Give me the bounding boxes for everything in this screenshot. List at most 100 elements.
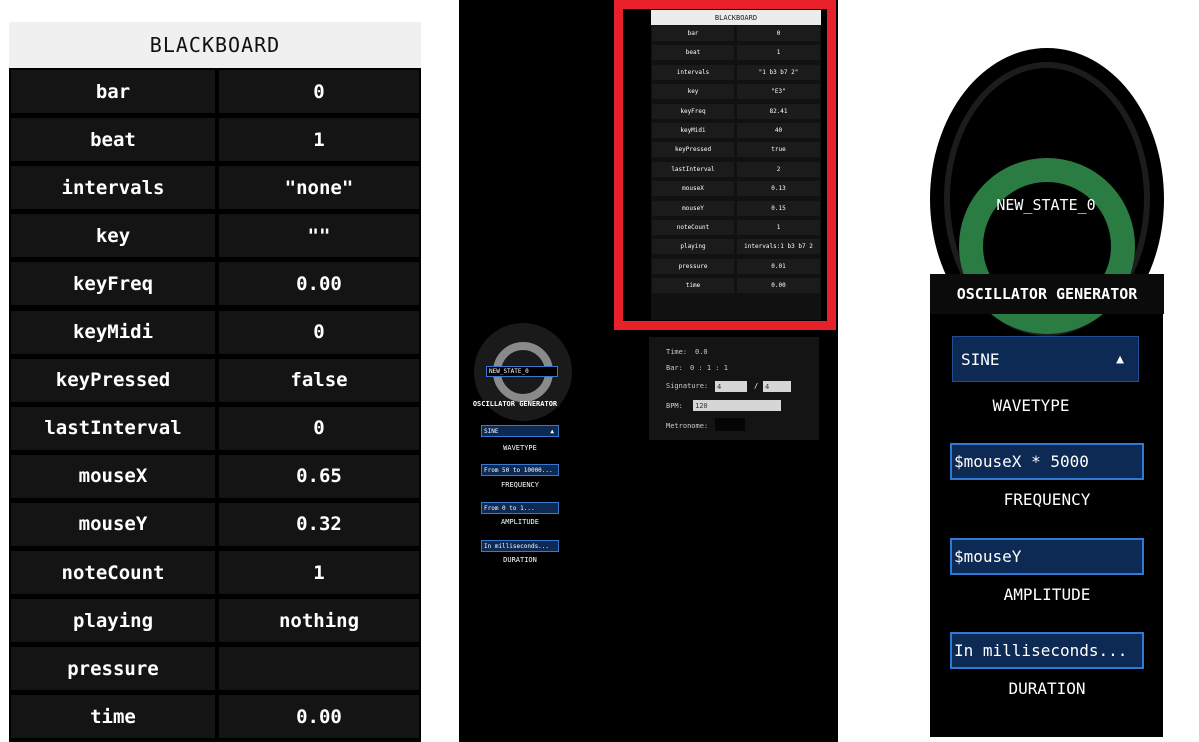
mini-frequency-input[interactable]: From 50 to 10000...	[481, 464, 559, 476]
mini-blackboard-row: keyFreq 82.41	[651, 103, 821, 120]
blackboard-key: keyPressed	[11, 358, 215, 402]
mini-amplitude-label: AMPLITUDE	[501, 518, 539, 526]
metronome-toggle[interactable]	[715, 418, 745, 431]
mini-blackboard-row: noteCount 1	[651, 219, 821, 236]
blackboard-title: BLACKBOARD	[9, 22, 421, 68]
chevron-up-icon: ▲	[550, 427, 554, 435]
signature-separator: /	[754, 382, 759, 390]
bar-value: 0 : 1 : 1	[690, 364, 728, 372]
amplitude-input[interactable]: $mouseY	[950, 538, 1144, 575]
blackboard-key: mouseX	[11, 454, 215, 498]
bpm-input[interactable]: 120	[693, 400, 781, 411]
blackboard-value: "none"	[219, 166, 419, 210]
blackboard-value: 0.65	[219, 454, 419, 498]
overview-panel: BLACKBOARD bar 0 beat 1 intervals "1 b3 b7 2"…	[459, 0, 838, 742]
blackboard-value: 0.00	[219, 262, 419, 306]
oscillator-panel: NEW_STATE_0 OSCILLATOR GENERATOR SINE ▲ …	[928, 0, 1199, 742]
mini-blackboard-value: 1	[737, 220, 820, 235]
mini-wavetype-select[interactable]: SINE ▲	[481, 425, 559, 437]
blackboard-value: 0.00	[219, 695, 419, 739]
mini-blackboard-row: keyPressed true	[651, 141, 821, 158]
mini-blackboard-value: 0.00	[737, 278, 820, 294]
mini-blackboard-value: 0	[737, 26, 820, 41]
wavetype-select[interactable]: SINE ▲	[952, 336, 1139, 382]
bpm-label: BPM:	[666, 402, 683, 410]
mini-blackboard-key: noteCount	[652, 220, 734, 235]
oscillator-title: OSCILLATOR GENERATOR	[930, 274, 1164, 314]
mini-blackboard-key: mouseX	[652, 181, 734, 197]
mini-duration-input[interactable]: In milliseconds...	[481, 540, 559, 552]
duration-label: DURATION	[1008, 679, 1086, 698]
mini-blackboard-key: time	[652, 278, 734, 294]
mini-blackboard-key: mouseY	[652, 200, 734, 216]
mini-blackboard-value: true	[737, 142, 820, 158]
mini-blackboard-row: time 0.00	[651, 277, 821, 294]
blackboard-row: intervals "none"	[9, 164, 421, 210]
signature-denominator-input[interactable]: 4	[763, 381, 791, 392]
mini-oscillator-title: OSCILLATOR GENERATOR	[472, 400, 558, 408]
mini-blackboard-value: 0.15	[737, 200, 820, 216]
metronome-label: Metronome:	[666, 422, 709, 430]
mini-blackboard-row: beat 1	[651, 44, 821, 61]
mini-state-label: NEW_STATE_0	[486, 366, 558, 377]
mini-blackboard-row: keyMidi 40	[651, 122, 821, 139]
mini-blackboard-key: bar	[652, 26, 734, 41]
blackboard-row: time 0.00	[9, 693, 421, 739]
chevron-up-icon: ▲	[1116, 351, 1124, 367]
blackboard-key: noteCount	[11, 551, 215, 594]
oscillator-state-label: NEW_STATE_0	[996, 196, 1096, 214]
blackboard-key: pressure	[11, 647, 215, 691]
blackboard-row: mouseX 0.65	[9, 453, 421, 499]
time-label: Time:	[666, 348, 688, 356]
blackboard-key: key	[11, 214, 215, 258]
blackboard-key: time	[11, 695, 215, 739]
signature-label: Signature:	[666, 382, 709, 390]
wavetype-value: SINE	[961, 349, 1000, 369]
mini-duration-label: DURATION	[503, 556, 537, 564]
mini-blackboard-value: 0.01	[737, 258, 820, 274]
duration-input[interactable]: In milliseconds...	[950, 632, 1144, 669]
blackboard-row: keyMidi 0	[9, 309, 421, 355]
blackboard-row: keyFreq 0.00	[9, 260, 421, 306]
mini-blackboard-key: playing	[652, 239, 734, 255]
blackboard-value: nothing	[219, 599, 419, 643]
blackboard-row: keyPressed false	[9, 357, 421, 403]
blackboard-key: lastInterval	[11, 406, 215, 450]
mini-blackboard-row: key "E3"	[651, 83, 821, 100]
mini-blackboard-row: lastInterval 2	[651, 161, 821, 178]
blackboard-value	[219, 647, 419, 691]
amplitude-label: AMPLITUDE	[1003, 585, 1091, 604]
mini-blackboard-row: mouseX 0.13	[651, 180, 821, 197]
blackboard-value: 0.32	[219, 502, 419, 546]
mini-wavetype-value: SINE	[484, 427, 499, 435]
mini-blackboard-row: pressure 0.01	[651, 258, 821, 275]
mini-blackboard-key: pressure	[652, 258, 734, 274]
bar-label: Bar:	[666, 364, 683, 372]
signature-numerator-input[interactable]: 4	[715, 381, 747, 392]
mini-blackboard-row: bar 0	[651, 25, 821, 42]
blackboard-panel: BLACKBOARD bar 0 beat 1 intervals "none" key ""…	[9, 22, 421, 742]
blackboard-row: bar 0	[9, 68, 421, 114]
frequency-label: FREQUENCY	[1003, 490, 1091, 509]
mini-blackboard-key: intervals	[652, 64, 734, 80]
mini-blackboard-key: keyPressed	[652, 142, 734, 158]
blackboard-key: bar	[11, 70, 215, 113]
blackboard-row: pressure	[9, 645, 421, 691]
time-value: 0.0	[695, 348, 708, 356]
mini-amplitude-input[interactable]: From 0 to 1...	[481, 502, 559, 514]
blackboard-row: beat 1	[9, 116, 421, 162]
transport-panel: Time: 0.0 Bar: 0 : 1 : 1 Signature: 4 / …	[649, 337, 819, 440]
blackboard-row: playing nothing	[9, 597, 421, 643]
mini-blackboard-title: BLACKBOARD	[651, 10, 821, 25]
blackboard-key: keyMidi	[11, 310, 215, 354]
mini-blackboard-key: lastInterval	[652, 161, 734, 177]
blackboard-row: noteCount 1	[9, 549, 421, 595]
mini-blackboard-key: beat	[652, 45, 734, 61]
mini-blackboard-value: "E3"	[737, 84, 820, 100]
mini-blackboard-value: intervals:1 b3 b7 2	[737, 239, 820, 255]
blackboard-row: mouseY 0.32	[9, 501, 421, 547]
frequency-input[interactable]: $mouseX * 5000	[950, 443, 1144, 480]
mini-blackboard-row: mouseY 0.15	[651, 200, 821, 217]
mini-blackboard: BLACKBOARD bar 0 beat 1 intervals "1 b3 b7 2"…	[651, 10, 821, 320]
blackboard-value: 1	[219, 551, 419, 594]
